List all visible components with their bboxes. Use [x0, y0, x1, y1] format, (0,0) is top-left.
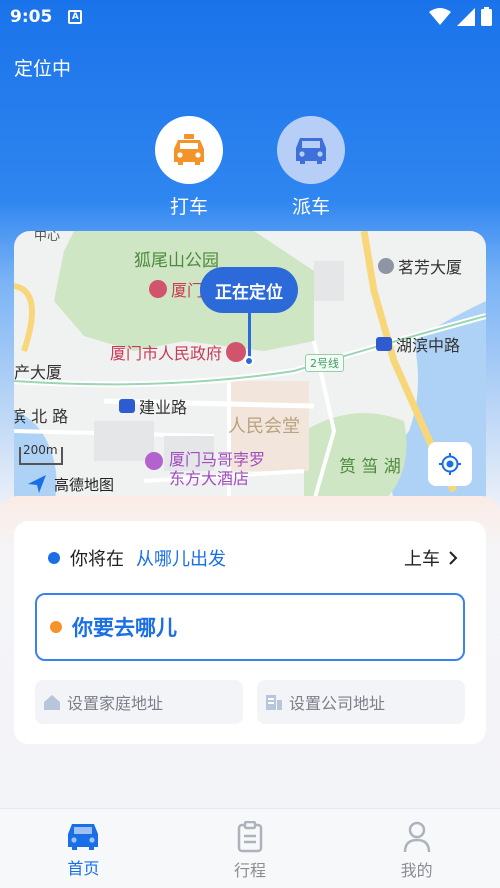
map-label-line2: 2号线 — [305, 354, 344, 372]
pickup-prefix: 你将在 — [70, 549, 124, 570]
tab-trips-label: 行程 — [234, 861, 267, 880]
government-icon — [149, 280, 167, 298]
home-address-label: 设置家庭地址 — [67, 694, 164, 713]
trip-card: 你将在 从哪儿出发 上车 你要去哪儿 设置家庭地址 设置公司地址 — [14, 521, 486, 744]
building-block — [314, 261, 344, 301]
pin-stem — [248, 313, 251, 359]
government-marker-icon — [226, 342, 247, 362]
amap-logo-icon — [28, 475, 46, 493]
jianye-label: 建业路 — [139, 398, 188, 417]
bottom-tab-bar: 首页 行程 我的 — [0, 808, 500, 888]
car-icon — [68, 824, 99, 850]
hotel-label-1: 厦门马哥孛罗 — [169, 450, 266, 469]
pin-dot — [244, 356, 254, 366]
map-label-top: 中心 — [34, 231, 61, 244]
map-brand: 高德地图 — [26, 473, 114, 495]
set-work-address-button[interactable]: 设置公司地址 — [257, 680, 465, 724]
mode-dispatch-label: 派车 — [291, 196, 330, 218]
tab-home[interactable]: 首页 — [0, 809, 167, 888]
pickup-row[interactable]: 你将在 从哪儿出发 上车 — [48, 543, 458, 573]
map-label-gov-partial: 厦门 — [149, 277, 203, 301]
road-yellow-left — [14, 283, 35, 352]
hubin-label: 湖滨中路 — [396, 336, 461, 355]
destination-placeholder: 你要去哪儿 — [72, 616, 177, 640]
user-icon — [403, 821, 430, 853]
board-label: 上车 — [404, 549, 440, 570]
status-icons — [429, 7, 492, 26]
pickup-dot-icon — [48, 552, 60, 564]
tab-trips[interactable]: 行程 — [167, 809, 334, 888]
map-label-hall: 人民会堂 — [228, 416, 300, 437]
clipboard-icon — [237, 821, 263, 853]
mingfang-label: 茗芳大厦 — [398, 258, 463, 277]
map-scale: 200m — [19, 443, 63, 465]
location-status: 定位中 — [14, 58, 72, 80]
pickup-link[interactable]: 从哪儿出发 — [136, 545, 226, 571]
gov-partial-label: 厦门 — [171, 281, 204, 300]
taxi-icon — [174, 134, 204, 165]
location-pin: 正在定位 — [200, 267, 298, 313]
map-scale-label: 200m — [23, 443, 58, 457]
office-building-icon — [265, 693, 283, 711]
set-home-address-button[interactable]: 设置家庭地址 — [35, 680, 243, 724]
hotel-icon — [145, 452, 163, 470]
map-label-jianye: 建业路 — [119, 394, 187, 418]
work-address-label: 设置公司地址 — [289, 694, 386, 713]
board-button[interactable]: 上车 — [404, 545, 458, 571]
map-label-hubin: 湖滨中路 — [376, 332, 460, 356]
home-icon — [43, 693, 61, 711]
hotel-label-2: 东方大酒店 — [169, 469, 250, 488]
metro-icon — [376, 337, 392, 351]
map-label-hotel: 厦门马哥孛罗 东方大酒店 — [145, 450, 265, 488]
battery-icon — [481, 7, 492, 26]
locate-icon — [439, 453, 461, 475]
tab-profile[interactable]: 我的 — [333, 809, 500, 888]
status-bar: 9:05 A — [0, 0, 500, 34]
mode-dispatch-button[interactable]: 派车 — [277, 116, 345, 219]
signal-icon — [457, 7, 475, 26]
mode-taxi-button[interactable]: 打车 — [155, 116, 223, 219]
notification-icon: A — [68, 10, 83, 24]
map-label-mingfang: 茗芳大厦 — [378, 254, 462, 278]
chevron-right-icon — [449, 551, 458, 565]
mode-taxi-label: 打车 — [169, 196, 208, 218]
destination-dot-icon — [50, 621, 62, 633]
poi-pin-icon — [378, 258, 394, 274]
map-brand-label: 高德地图 — [54, 475, 115, 494]
tab-profile-label: 我的 — [400, 861, 433, 880]
map-label-lake: 筼 筜 湖 — [339, 457, 401, 477]
map-label-gov: 厦门市人民政府 — [110, 340, 247, 364]
map-label-binbei: 滨 北 路 — [14, 407, 69, 426]
wifi-icon — [429, 7, 451, 25]
pin-label: 正在定位 — [215, 282, 283, 303]
car-icon — [296, 138, 326, 164]
metro-icon — [119, 399, 135, 413]
map-label-park: 狐尾山公园 — [134, 251, 219, 271]
gov-label: 厦门市人民政府 — [110, 344, 223, 363]
locate-button[interactable] — [428, 442, 472, 486]
status-time: 9:05 — [10, 7, 53, 27]
map-label-chan: 产大厦 — [14, 363, 63, 382]
tab-home-label: 首页 — [67, 859, 100, 878]
destination-input[interactable]: 你要去哪儿 — [35, 593, 465, 661]
